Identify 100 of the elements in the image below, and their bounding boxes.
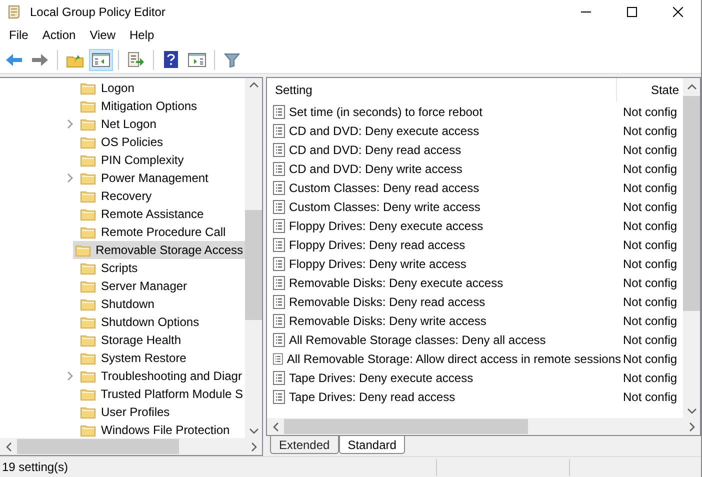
setting-state: Not config <box>622 142 678 156</box>
tree-item[interactable]: PIN Complexity <box>78 151 186 169</box>
vertical-scrollbar[interactable] <box>683 78 700 418</box>
setting-state: Not config <box>622 390 678 404</box>
tree-item[interactable]: Shutdown <box>78 295 156 313</box>
menu-item[interactable]: Help <box>122 28 162 42</box>
folder-icon <box>80 262 96 274</box>
tree-item[interactable]: OS Policies <box>78 133 166 151</box>
policy-setting-icon <box>273 104 285 118</box>
folder-icon <box>80 172 96 184</box>
setting-state: Not config <box>622 294 678 308</box>
policy-setting-icon <box>273 124 285 138</box>
tree-item[interactable]: Troubleshooting and Diagr <box>78 367 244 385</box>
policy-setting-icon <box>273 238 285 252</box>
scroll-right-icon[interactable] <box>248 442 258 452</box>
folder-icon <box>80 334 96 346</box>
column-header[interactable]: Setting <box>275 83 312 97</box>
setting-name: Removable Disks: Deny execute access <box>289 276 504 290</box>
column-header[interactable]: State <box>650 83 679 97</box>
folder-icon <box>80 100 96 112</box>
setting-state: Not config <box>622 332 678 346</box>
folder-icon <box>80 208 96 220</box>
setting-name: Tape Drives: Deny execute access <box>289 370 474 384</box>
tree-item[interactable]: Remote Procedure Call <box>78 223 228 241</box>
tree-item[interactable]: Server Manager <box>78 277 190 295</box>
tree-item[interactable]: Shutdown Options <box>78 313 202 331</box>
policy-setting-icon <box>273 162 285 176</box>
setting-state: Not config <box>622 124 678 138</box>
scroll-right-icon[interactable] <box>686 422 696 432</box>
folder-icon <box>80 370 96 382</box>
folder-icon <box>80 424 96 436</box>
policy-setting-icon <box>273 256 285 270</box>
expand-chevron-icon[interactable] <box>66 371 74 381</box>
tree-item[interactable]: System Restore <box>78 349 188 367</box>
tree-item[interactable]: Mitigation Options <box>78 97 200 115</box>
vertical-scrollbar[interactable] <box>245 78 262 438</box>
scroll-down-icon[interactable] <box>686 406 696 416</box>
expand-chevron-icon[interactable] <box>66 173 74 183</box>
filter-icon <box>224 52 240 68</box>
setting-state: Not config <box>622 104 678 118</box>
policy-setting-icon <box>273 370 285 384</box>
setting-state: Not config <box>622 200 678 214</box>
status-text: 19 setting(s) <box>1 460 70 474</box>
menu-item[interactable]: Action <box>35 28 83 42</box>
tree-item[interactable]: Power Management <box>78 169 210 187</box>
setting-state: Not config <box>622 218 678 232</box>
setting-state: Not config <box>622 180 678 194</box>
policy-setting-icon <box>273 276 285 290</box>
setting-state: Not config <box>622 238 678 252</box>
folder-icon <box>80 280 96 292</box>
setting-name: CD and DVD: Deny write access <box>289 162 462 176</box>
tree-item[interactable]: Windows File Protection <box>78 421 232 438</box>
setting-name: Removable Disks: Deny write access <box>289 314 486 328</box>
setting-state: Not config <box>622 352 678 366</box>
setting-name: Tape Drives: Deny read access <box>289 390 456 404</box>
scroll-down-icon[interactable] <box>248 426 258 436</box>
tree-item[interactable]: Net Logon <box>78 115 158 133</box>
close-icon <box>673 7 683 17</box>
expand-chevron-icon[interactable] <box>66 119 74 129</box>
maximize-icon <box>627 7 637 17</box>
toolbar-button[interactable] <box>89 48 113 70</box>
policy-setting-icon <box>273 390 285 404</box>
view-tab[interactable]: Extended <box>270 436 339 454</box>
horizontal-scrollbar[interactable] <box>0 438 262 455</box>
setting-name: Floppy Drives: Deny read access <box>289 238 466 252</box>
tree-item[interactable]: Remote Assistance <box>78 205 206 223</box>
tree-item[interactable]: Storage Health <box>78 331 184 349</box>
setting-name: All Removable Storage classes: Deny all access <box>289 332 546 346</box>
folder-icon <box>80 406 96 418</box>
window-title: Local Group Policy Editor <box>30 5 166 19</box>
scroll-left-icon[interactable] <box>4 442 14 452</box>
policy-setting-icon <box>273 314 285 328</box>
help-icon <box>164 51 178 68</box>
scroll-left-icon[interactable] <box>270 422 280 432</box>
policy-setting-icon <box>273 142 285 156</box>
folder-icon <box>80 352 96 364</box>
tree-item[interactable]: Removable Storage Access <box>72 241 245 259</box>
folder-icon <box>80 298 96 310</box>
scroll-up-icon[interactable] <box>248 80 258 90</box>
horizontal-scrollbar[interactable] <box>267 418 700 435</box>
menu-item[interactable]: File <box>2 28 36 42</box>
policy-setting-icon <box>273 218 285 232</box>
menu-item[interactable]: View <box>82 28 122 42</box>
tree-item[interactable]: Logon <box>78 79 136 97</box>
folder-icon <box>80 118 96 130</box>
tree-item[interactable]: Scripts <box>78 259 140 277</box>
setting-state: Not config <box>622 314 678 328</box>
setting-state: Not config <box>622 370 678 384</box>
folder-icon <box>80 136 96 148</box>
folder-icon <box>80 154 96 166</box>
policy-setting-icon <box>273 332 285 346</box>
view-tab[interactable]: Standard <box>338 436 406 454</box>
action-pane-icon <box>188 52 206 66</box>
scroll-up-icon[interactable] <box>686 82 696 92</box>
setting-name: Floppy Drives: Deny write access <box>289 256 466 270</box>
setting-state: Not config <box>622 256 678 270</box>
tree-item[interactable]: User Profiles <box>78 403 172 421</box>
console-tree-icon <box>92 52 110 66</box>
tree-item[interactable]: Recovery <box>78 187 154 205</box>
tree-item[interactable]: Trusted Platform Module S <box>78 385 245 403</box>
